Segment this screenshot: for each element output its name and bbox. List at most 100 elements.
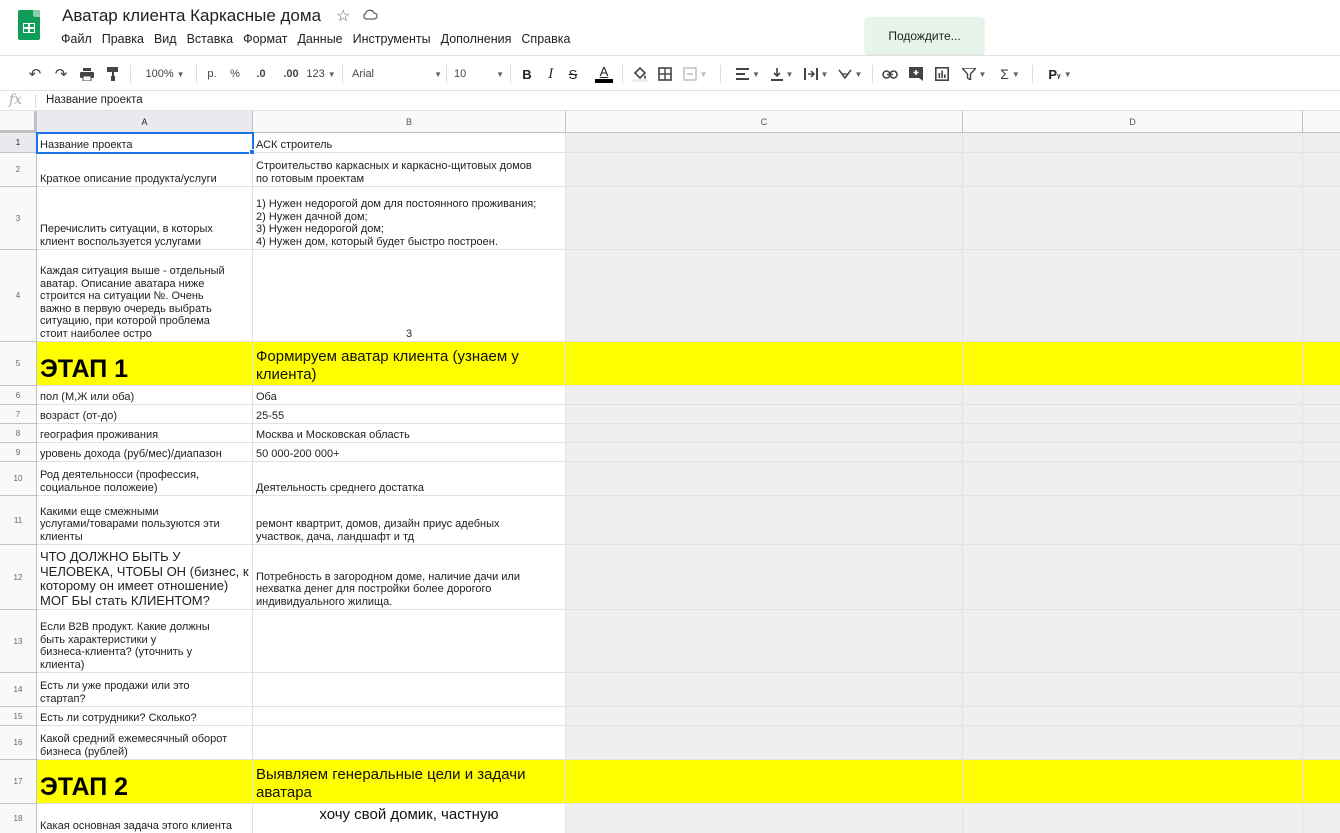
cell-b[interactable]: АСК строитель: [253, 133, 566, 153]
cell-b[interactable]: Формируем аватар клиента (узнаем у клиен…: [253, 342, 566, 386]
cell-b[interactable]: [253, 726, 566, 760]
select-all-corner[interactable]: [0, 111, 37, 133]
horizontal-align-icon[interactable]: ▼: [734, 64, 762, 84]
cell-d[interactable]: [963, 760, 1303, 804]
row-header[interactable]: 1: [0, 133, 37, 153]
cell-c[interactable]: [566, 496, 963, 545]
cell-a[interactable]: Есть ли сотрудники? Сколько?: [37, 707, 253, 726]
row-header[interactable]: 15: [0, 707, 37, 726]
cell-a[interactable]: возраст (от-до): [37, 405, 253, 424]
cloud-status-icon[interactable]: [362, 8, 378, 20]
cell-a[interactable]: Название проекта: [36, 132, 254, 154]
sheets-logo-icon[interactable]: [18, 10, 40, 40]
menu-format[interactable]: Формат: [238, 32, 292, 46]
row-header[interactable]: 18: [0, 804, 37, 833]
row-header[interactable]: 7: [0, 405, 37, 424]
cell-d[interactable]: [963, 153, 1303, 187]
cell-a[interactable]: Какой средний ежемесячный оборот бизнеса…: [37, 726, 253, 760]
cell-e[interactable]: [1303, 760, 1340, 804]
cell-e[interactable]: [1303, 496, 1340, 545]
cell-b[interactable]: Москва и Московская область: [253, 424, 566, 443]
column-header-a[interactable]: A: [37, 111, 253, 133]
borders-icon[interactable]: [656, 64, 674, 84]
cell-c[interactable]: [566, 405, 963, 424]
merge-cells-icon[interactable]: ▼: [680, 64, 710, 84]
cell-e[interactable]: [1303, 405, 1340, 424]
strikethrough-icon[interactable]: S: [564, 64, 582, 84]
cell-a[interactable]: Какими еще смежными услугами/товарами по…: [37, 496, 253, 545]
filter-icon[interactable]: ▼: [960, 64, 988, 84]
cell-b[interactable]: Потребность в загородном доме, наличие д…: [253, 545, 566, 610]
font-family-select[interactable]: Arial ▼: [352, 64, 442, 84]
undo-icon[interactable]: ↶: [26, 64, 44, 84]
cell-a[interactable]: пол (М,Ж или оба): [37, 386, 253, 405]
cell-c[interactable]: [566, 342, 963, 386]
column-header-c[interactable]: C: [566, 111, 963, 133]
cell-d[interactable]: [963, 342, 1303, 386]
cell-c[interactable]: [566, 187, 963, 250]
row-header[interactable]: 14: [0, 673, 37, 707]
cell-c[interactable]: [566, 386, 963, 405]
menu-insert[interactable]: Вставка: [182, 32, 238, 46]
fill-handle[interactable]: [249, 149, 255, 155]
insert-link-icon[interactable]: [880, 64, 900, 84]
cell-e[interactable]: [1303, 342, 1340, 386]
cell-b[interactable]: 25-55: [253, 405, 566, 424]
cell-b[interactable]: 1) Нужен недорогой дом для постоянного п…: [253, 187, 566, 250]
cell-a[interactable]: Если B2B продукт. Какие должны быть хара…: [37, 610, 253, 673]
row-header[interactable]: 12: [0, 545, 37, 610]
text-rotation-icon[interactable]: ▼: [836, 64, 864, 84]
currency-format-button[interactable]: р.: [204, 64, 220, 84]
cell-a[interactable]: ЭТАП 1: [37, 342, 253, 386]
cell-e[interactable]: [1303, 804, 1340, 833]
document-title[interactable]: Аватар клиента Каркасные дома: [62, 6, 321, 26]
row-header[interactable]: 13: [0, 610, 37, 673]
row-header[interactable]: 16: [0, 726, 37, 760]
column-header-e[interactable]: [1303, 111, 1340, 133]
cell-e[interactable]: [1303, 610, 1340, 673]
row-header[interactable]: 10: [0, 462, 37, 496]
cell-a[interactable]: ЭТАП 2: [37, 760, 253, 804]
cell-d[interactable]: [963, 726, 1303, 760]
cell-a[interactable]: Есть ли уже продажи или это стартап?: [37, 673, 253, 707]
paint-format-icon[interactable]: [104, 64, 122, 84]
cell-b[interactable]: [253, 673, 566, 707]
redo-icon[interactable]: ↷: [52, 64, 70, 84]
bold-icon[interactable]: B: [518, 64, 536, 84]
cell-e[interactable]: [1303, 726, 1340, 760]
cell-a[interactable]: география проживания: [37, 424, 253, 443]
cell-c[interactable]: [566, 153, 963, 187]
cell-d[interactable]: [963, 424, 1303, 443]
row-header[interactable]: 6: [0, 386, 37, 405]
cell-e[interactable]: [1303, 153, 1340, 187]
cell-b[interactable]: Выявляем генеральные цели и задачи авата…: [253, 760, 566, 804]
cell-c[interactable]: [566, 610, 963, 673]
insert-chart-icon[interactable]: [932, 64, 952, 84]
column-header-b[interactable]: B: [253, 111, 566, 133]
menu-help[interactable]: Справка: [516, 32, 575, 46]
cell-a[interactable]: Краткое описание продукта/услуги: [37, 153, 253, 187]
menu-file[interactable]: Файл: [56, 32, 97, 46]
menu-edit[interactable]: Правка: [97, 32, 149, 46]
cell-d[interactable]: [963, 610, 1303, 673]
cell-e[interactable]: [1303, 386, 1340, 405]
cell-a[interactable]: уровень дохода (руб/мес)/диапазон: [37, 443, 253, 462]
cell-b[interactable]: Деятельность среднего достатка: [253, 462, 566, 496]
cell-c[interactable]: [566, 726, 963, 760]
cell-b[interactable]: ремонт квартрит, домов, дизайн приус аде…: [253, 496, 566, 545]
print-icon[interactable]: [78, 64, 96, 84]
fill-color-icon[interactable]: [630, 64, 650, 84]
cell-e[interactable]: [1303, 545, 1340, 610]
row-header[interactable]: 8: [0, 424, 37, 443]
cell-d[interactable]: [963, 250, 1303, 342]
cell-e[interactable]: [1303, 187, 1340, 250]
cell-e[interactable]: [1303, 673, 1340, 707]
cell-c[interactable]: [566, 760, 963, 804]
cell-d[interactable]: [963, 496, 1303, 545]
cell-d[interactable]: [963, 673, 1303, 707]
zoom-select[interactable]: 100% ▼: [140, 64, 190, 84]
star-icon[interactable]: ☆: [336, 6, 350, 26]
cell-b[interactable]: Оба: [253, 386, 566, 405]
cell-d[interactable]: [963, 405, 1303, 424]
cell-c[interactable]: [566, 250, 963, 342]
